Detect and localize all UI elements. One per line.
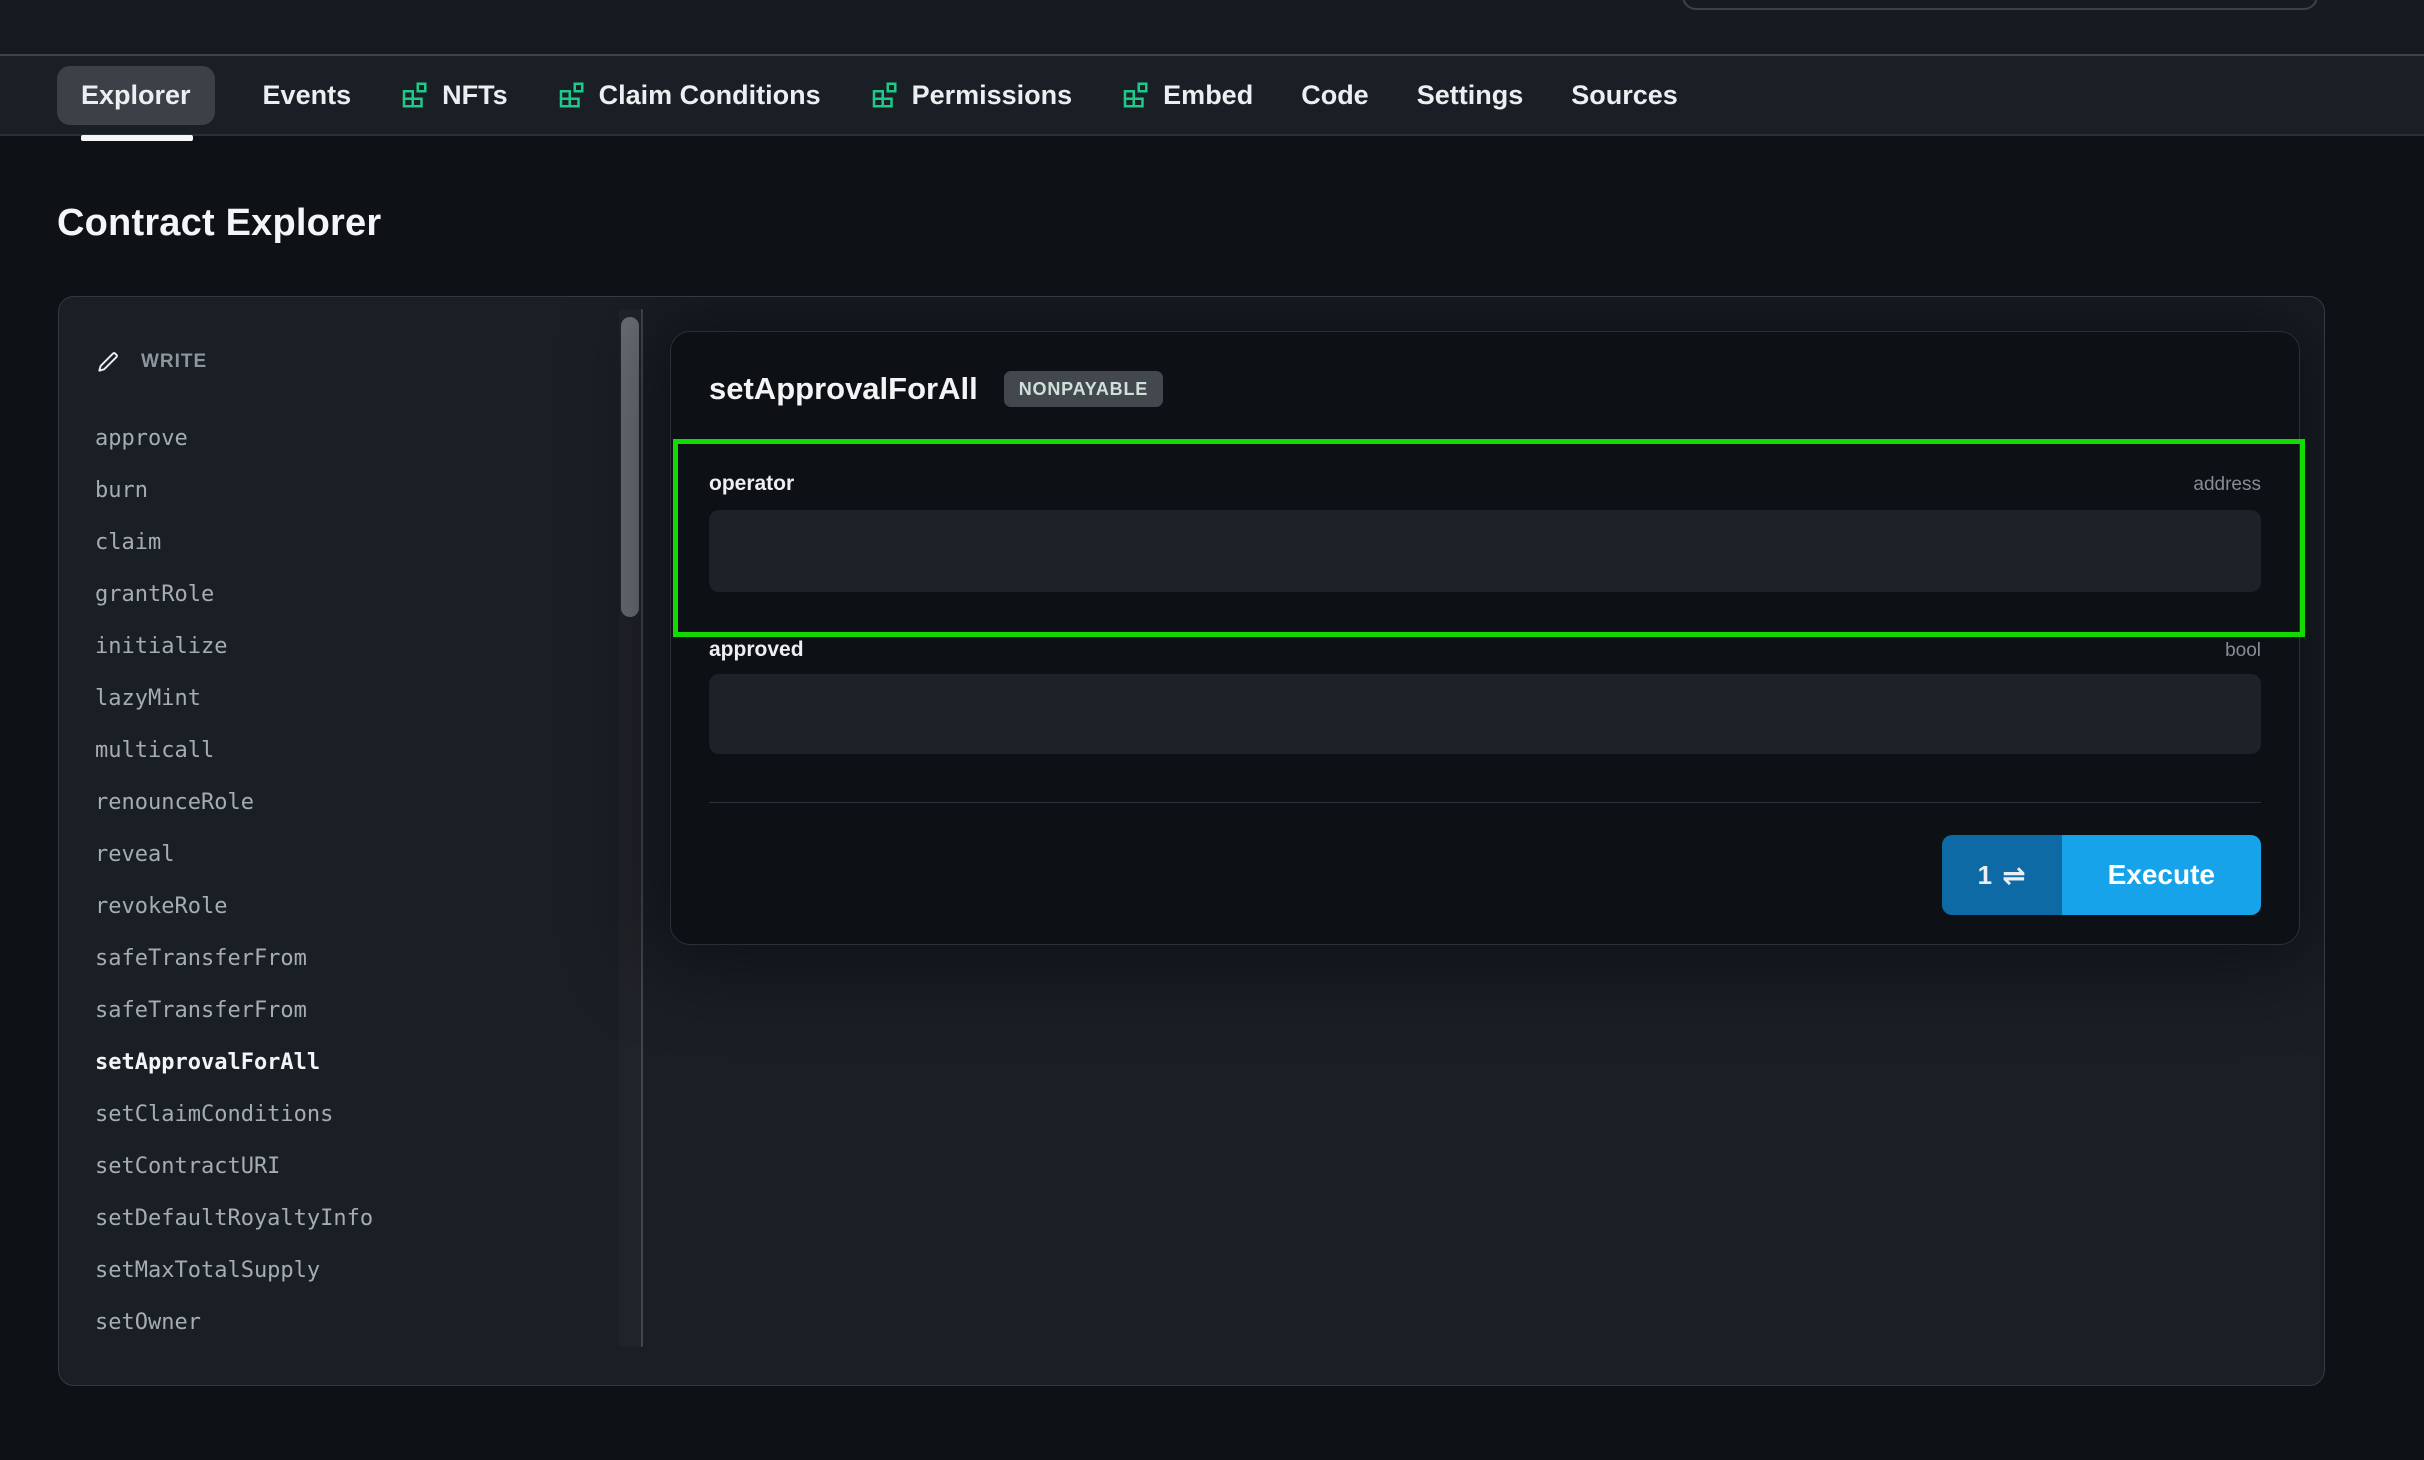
tab-nfts[interactable]: NFTs	[399, 80, 508, 111]
field-label-row-operator: operator address	[709, 472, 2261, 496]
sidebar-item-setcontracturi[interactable]: setContractURI	[95, 1141, 619, 1193]
sidebar-item-grantrole[interactable]: grantRole	[95, 569, 619, 621]
function-card-header: setApprovalForAll NONPAYABLE	[709, 332, 2261, 416]
write-section-label: WRITE	[141, 351, 207, 373]
field-name-approved: approved	[709, 638, 804, 662]
sidebar-scrollbar-track[interactable]	[619, 309, 643, 1347]
write-section-header: WRITE	[95, 349, 619, 375]
sidebar-item-multicall[interactable]: multicall	[95, 725, 619, 777]
field-label-row-approved: approved bool	[709, 638, 2261, 662]
tab-settings[interactable]: Settings	[1417, 80, 1524, 111]
contract-explorer-panel: WRITE approve burn claim grantRole initi…	[58, 296, 2325, 1386]
tab-explorer[interactable]: Explorer	[57, 66, 215, 125]
transactions-arrows-icon: ⇌	[2002, 859, 2025, 892]
sidebar-item-burn[interactable]: burn	[95, 465, 619, 517]
tab-label: Events	[263, 80, 352, 111]
tab-label: Settings	[1417, 80, 1524, 111]
tab-claim-conditions[interactable]: Claim Conditions	[556, 80, 821, 111]
sidebar-scrollbar-thumb[interactable]	[621, 317, 639, 617]
page-title: Contract Explorer	[57, 202, 2424, 245]
top-strip	[0, 0, 2424, 54]
tab-label: Claim Conditions	[599, 80, 821, 111]
function-list: approve burn claim grantRole initialize …	[95, 413, 619, 1349]
tab-label: Permissions	[912, 80, 1073, 111]
field-type-address: address	[2193, 474, 2261, 496]
function-card: setApprovalForAll NONPAYABLE operator ad…	[670, 331, 2300, 945]
function-title: setApprovalForAll	[709, 371, 978, 407]
transaction-count-button[interactable]: 1 ⇌	[1942, 835, 2062, 915]
sidebar-item-setmaxtotalsupply[interactable]: setMaxTotalSupply	[95, 1245, 619, 1297]
tab-label: Code	[1301, 80, 1369, 111]
execute-button-group: 1 ⇌ Execute	[1942, 835, 2261, 915]
tab-label: Explorer	[81, 80, 191, 111]
pencil-icon	[95, 349, 121, 375]
sidebar-item-safetransferfrom-2[interactable]: safeTransferFrom	[95, 985, 619, 1037]
extension-blocks-icon	[1120, 80, 1150, 110]
tab-embed[interactable]: Embed	[1120, 80, 1253, 111]
sidebar-item-setapprovalforall[interactable]: setApprovalForAll	[95, 1037, 619, 1089]
sidebar-item-safetransferfrom-1[interactable]: safeTransferFrom	[95, 933, 619, 985]
tab-code[interactable]: Code	[1301, 80, 1369, 111]
transaction-count: 1	[1978, 860, 1992, 891]
tab-label: NFTs	[442, 80, 508, 111]
tab-label: Embed	[1163, 80, 1253, 111]
sidebar-item-lazymint[interactable]: lazyMint	[95, 673, 619, 725]
active-tab-underline	[81, 135, 193, 141]
sidebar-item-setdefaultroyaltyinfo[interactable]: setDefaultRoyaltyInfo	[95, 1193, 619, 1245]
sidebar-item-setowner[interactable]: setOwner	[95, 1297, 619, 1349]
sidebar-item-setclaimconditions[interactable]: setClaimConditions	[95, 1089, 619, 1141]
extension-blocks-icon	[399, 80, 429, 110]
sidebar-item-revokerole[interactable]: revokeRole	[95, 881, 619, 933]
tab-events[interactable]: Events	[263, 80, 352, 111]
tab-permissions[interactable]: Permissions	[869, 80, 1073, 111]
execute-row: 1 ⇌ Execute	[709, 835, 2261, 915]
write-functions-sidebar: WRITE approve burn claim grantRole initi…	[59, 297, 619, 1385]
panel-main-area: setApprovalForAll NONPAYABLE operator ad…	[643, 297, 2324, 1385]
sidebar-item-reveal[interactable]: reveal	[95, 829, 619, 881]
contract-tab-bar: Explorer Events NFTs Claim Conditions Pe…	[0, 54, 2424, 136]
cutoff-element-bottom-edge	[1682, 0, 2318, 10]
tab-label: Sources	[1571, 80, 1678, 111]
execute-button[interactable]: Execute	[2062, 835, 2261, 915]
sidebar-item-approve[interactable]: approve	[95, 413, 619, 465]
operator-input[interactable]	[709, 510, 2261, 592]
approved-input[interactable]	[709, 674, 2261, 754]
sidebar-item-claim[interactable]: claim	[95, 517, 619, 569]
field-type-bool: bool	[2225, 640, 2261, 662]
sidebar-item-renouncerole[interactable]: renounceRole	[95, 777, 619, 829]
mutability-badge: NONPAYABLE	[1004, 371, 1163, 407]
extension-blocks-icon	[869, 80, 899, 110]
card-divider	[709, 802, 2261, 803]
sidebar-item-initialize[interactable]: initialize	[95, 621, 619, 673]
tab-sources[interactable]: Sources	[1571, 80, 1678, 111]
field-name-operator: operator	[709, 472, 794, 496]
extension-blocks-icon	[556, 80, 586, 110]
